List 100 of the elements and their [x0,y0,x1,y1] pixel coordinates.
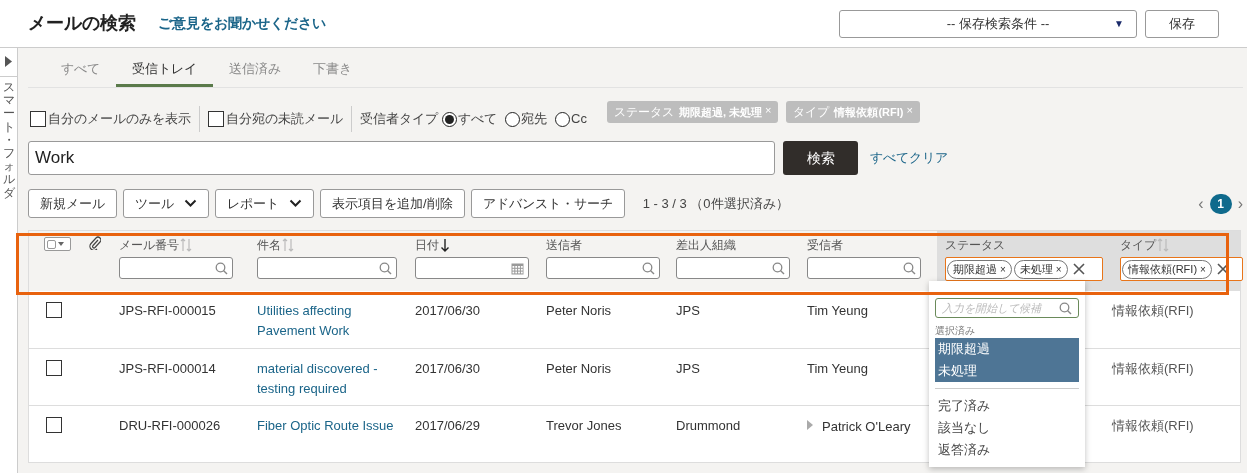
recipient-type-label: 受信者タイプ [360,110,438,129]
chip-value: 情報依頼(RFI) [834,104,904,120]
radio-button[interactable] [555,111,570,127]
organization-cell: JPS [676,361,700,376]
search-icon [642,261,655,275]
clear-icon[interactable] [1072,263,1085,275]
tab[interactable]: 受信トレイ [116,53,213,87]
side-rail[interactable]: スマート・フォルダ [0,48,18,473]
checkbox[interactable] [208,111,224,127]
toolbar-button[interactable]: 新規メール [28,189,117,218]
search-icon [772,261,785,275]
attachment-icon [89,236,101,250]
radio-label: すべて [458,110,497,129]
type-cell: 情報依頼(RFI) [1112,418,1194,433]
expand-icon[interactable] [5,56,12,67]
radio-label: 宛先 [521,110,547,129]
subject-link[interactable]: Utilities affecting Pavement Work [257,301,405,341]
date-cell: 2017/06/29 [415,418,481,433]
toolbar-button[interactable]: 表示項目を追加/削除 [320,189,465,218]
menu-button[interactable]: ツール [123,189,209,218]
column-header[interactable]: メール番号 [119,236,192,254]
row-checkbox[interactable] [46,360,62,376]
dropdown-option[interactable]: 未処理 [935,360,1079,382]
row-checkbox[interactable] [46,302,62,318]
chevron-down-icon [289,199,302,208]
search-icon [903,261,916,275]
column-header[interactable]: 送信者 [546,236,582,254]
subject-link[interactable]: Fiber Optic Route Issue [257,416,405,436]
tag-remove-icon[interactable]: × [1000,261,1006,277]
dropdown-option[interactable]: 返答済み [935,439,1079,461]
organization-cell: JPS [676,303,700,318]
mail-number-cell: DRU-RFI-000026 [119,418,221,433]
mail-number-cell: JPS-RFI-000014 [119,361,216,376]
result-count: 1 - 3 / 3 （0件選択済み） [642,194,789,213]
type-cell: 情報依頼(RFI) [1112,361,1194,376]
tag-filter-field[interactable]: 期限超過 × 未処理 × [945,257,1103,281]
sender-cell: Peter Noris [546,361,612,376]
radio-button[interactable] [505,111,520,127]
search-icon [379,261,392,275]
column-filter-field[interactable] [119,257,233,279]
calendar-icon [511,261,524,275]
column-filter-field[interactable] [546,257,660,279]
column-filter-field[interactable] [676,257,790,279]
smart-folder-label: スマート・フォルダ [2,81,15,200]
search-icon [215,261,228,275]
select-all-checkbox[interactable] [44,237,71,251]
selected-heading: 選択済み [935,324,976,338]
column-header[interactable]: 差出人組織 [676,236,736,254]
clear-icon[interactable] [1216,263,1229,275]
save-button[interactable]: 保存 [1145,9,1219,38]
checkbox-label: 自分のメールのみを表示 [48,110,191,129]
column-filter-field[interactable] [807,257,921,279]
dropdown-option[interactable]: 該当なし [935,417,1079,439]
dropdown-option[interactable]: 期限超過 [935,338,1079,360]
sender-cell: Trevor Jones [546,418,622,433]
recipient-cell: Patrick O'Leary [807,417,911,437]
search-icon [1059,301,1072,315]
column-header[interactable]: 日付 [415,236,450,254]
filter-tag[interactable]: 期限超過 [953,260,997,278]
checkbox-label: 自分宛の未読メール [226,110,343,129]
page-number[interactable]: 1 [1209,193,1232,214]
clear-all-link[interactable]: すべてクリア [870,148,948,168]
previous-page-icon[interactable]: ‹ [1198,191,1204,216]
date-cell: 2017/06/30 [415,361,481,376]
checkbox[interactable] [30,111,46,127]
filter-tag[interactable]: 未処理 [1019,260,1053,278]
dropdown-option[interactable]: 完了済み [935,395,1079,417]
subject-link[interactable]: material discovered - testing required [257,359,405,399]
recipient-cell-text: Tim Yeung [807,360,868,378]
menu-button[interactable]: レポート [215,189,314,218]
radio-button[interactable] [442,111,457,127]
search-field[interactable]: Work [28,141,775,175]
column-header[interactable]: ステータス [945,236,1005,254]
radio-label: Cc [571,110,587,129]
column-header[interactable]: タイプ [1120,236,1169,254]
caret-icon: ▼ [1114,16,1124,31]
chip-name: タイプ [793,104,830,121]
tag-remove-icon[interactable]: × [1055,261,1062,277]
date-cell: 2017/06/30 [415,303,481,318]
column-header[interactable]: 受信者 [807,236,843,254]
organization-cell: Drummond [676,418,741,433]
caret-icon [58,242,64,246]
toolbar-button[interactable]: アドバンスト・サーチ [470,189,625,218]
row-checkbox[interactable] [46,417,62,433]
tag-remove-icon[interactable]: × [1200,261,1206,277]
column-filter-field[interactable] [257,257,397,279]
saved-search-select[interactable]: -- 保存検索条件 -- ▼ [839,9,1137,38]
chip-name: ステータス [613,104,674,121]
page-title: メールの検索 [28,12,136,35]
column-header[interactable]: 件名 [257,236,294,254]
search-button[interactable]: 検索 [783,141,858,175]
mail-number-cell: JPS-RFI-000015 [119,303,216,318]
sort-down-icon[interactable] [440,238,450,252]
tag-filter-field[interactable]: 情報依頼(RFI) × [1120,257,1243,281]
filter-tag[interactable]: 情報依頼(RFI) [1128,260,1198,278]
feedback-link[interactable]: ご意見をお聞かせください [158,13,326,34]
next-page-icon[interactable]: › [1237,191,1243,216]
recipient-cell-text: Tim Yeung [807,302,868,320]
column-filter-field[interactable] [415,257,529,279]
chip-value: 期限超過, 未処理 [678,104,762,120]
